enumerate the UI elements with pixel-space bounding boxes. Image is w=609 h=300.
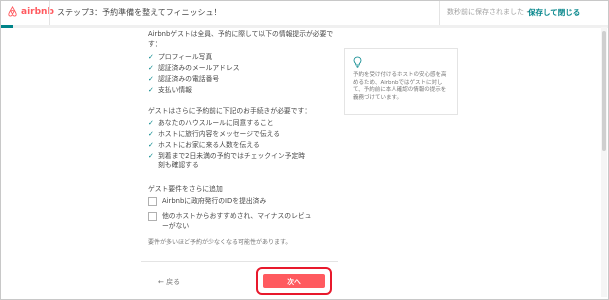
airbnb-logo[interactable]: airbnb — [7, 6, 54, 17]
extra-requirement-item: ✓ ホストに旅行内容をメッセージで伝える — [148, 130, 281, 138]
recommended-checkbox[interactable] — [148, 212, 157, 221]
requirements-intro: Airbnbゲストは全員、予約に際して以下の情報提示が必要です： — [148, 30, 334, 48]
government-id-checkbox[interactable] — [148, 197, 157, 206]
extra-requirements-heading: ゲストはさらに予約前に下記のお手続きが必要です： — [148, 107, 312, 115]
requirement-item: ✓ 認証済みの電話番号 — [148, 75, 220, 83]
save-and-close-link[interactable]: 保存して閉じる — [528, 7, 580, 18]
save-status: 数秒前に保存されました・ — [447, 8, 531, 16]
requirement-item: ✓ プロフィール写真 — [148, 53, 213, 61]
check-icon: ✓ — [148, 152, 154, 160]
extra-requirement-item: ✓ 到着まで2日未満の予約ではチェックイン予定時 — [148, 152, 306, 160]
requirements-note: 要件が多いほど予約が少なくなる可能性があります。 — [148, 239, 292, 246]
check-icon: ✓ — [148, 53, 154, 61]
page-title: ステップ3：予約準備を整えてフィニッシュ！ — [57, 8, 222, 17]
next-button[interactable]: 次へ — [263, 274, 325, 288]
app-window: airbnb ステップ3：予約準備を整えてフィニッシュ！ 数秒前に保存されました… — [0, 0, 609, 300]
check-icon: ✓ — [148, 64, 154, 72]
scrollbar-thumb[interactable] — [602, 31, 606, 151]
check-icon: ✓ — [148, 130, 154, 138]
next-button-highlight: 次へ — [256, 267, 332, 295]
recommended-label: 他のホストからおすすめされ、マイナスのレビュ ーがない — [162, 212, 312, 230]
government-id-label: Airbnbに政府発行のIDを提出済み — [162, 197, 267, 205]
check-icon: ✓ — [148, 119, 154, 127]
progress-fill — [1, 25, 14, 28]
lightbulb-icon — [353, 56, 362, 68]
progress-bar — [1, 25, 608, 28]
check-icon: ✓ — [148, 141, 154, 149]
header-divider — [439, 1, 440, 25]
back-link[interactable]: ← 戻る — [158, 277, 180, 287]
government-id-option[interactable]: Airbnbに政府発行のIDを提出済み — [148, 196, 266, 206]
extra-requirement-continuation: 刻も確認する — [158, 161, 199, 169]
recommended-option[interactable]: 他のホストからおすすめされ、マイナスのレビュ ーがない — [148, 211, 311, 231]
check-icon: ✓ — [148, 86, 154, 94]
requirement-item: ✓ 支払い情報 — [148, 86, 192, 94]
tip-card: 予約を受け付けるホストの安心感を高めるため、Airbnbではゲストに対して、予約… — [344, 48, 458, 115]
tip-text: 予約を受け付けるホストの安心感を高めるため、Airbnbではゲストに対して、予約… — [353, 72, 447, 101]
requirement-item: ✓ 認証済みのメールアドレス — [148, 64, 240, 72]
extra-requirement-item: ✓ あなたのハウスルールに同意すること — [148, 119, 274, 127]
additional-requirements-heading: ゲスト要件をさらに追加 — [148, 185, 223, 193]
extra-requirement-item: ✓ ホストにお家に来る人数を伝える — [148, 141, 260, 149]
footer-divider — [141, 261, 338, 262]
header-divider — [49, 1, 50, 25]
top-bar: airbnb ステップ3：予約準備を整えてフィニッシュ！ 数秒前に保存されました… — [1, 1, 608, 26]
check-icon: ✓ — [148, 75, 154, 83]
scrollbar[interactable] — [601, 27, 607, 297]
airbnb-logo-icon — [8, 6, 17, 17]
